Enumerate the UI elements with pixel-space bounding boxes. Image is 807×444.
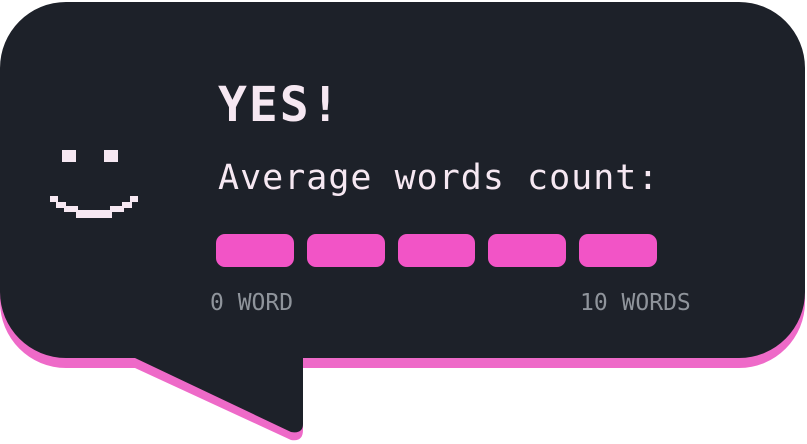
meter-segment bbox=[488, 234, 567, 267]
scale-max-label: 10 WORDS bbox=[580, 290, 691, 316]
word-count-meter bbox=[216, 234, 657, 269]
meter-segment bbox=[216, 234, 294, 267]
scale-min-label: 0 WORD bbox=[210, 290, 294, 316]
meter-segment bbox=[579, 234, 657, 267]
smiley-face-icon bbox=[50, 150, 138, 218]
result-title: YES! bbox=[218, 77, 342, 133]
metric-label: Average words count: bbox=[218, 158, 660, 198]
speech-bubble-shape bbox=[0, 2, 805, 441]
meter-segment bbox=[397, 234, 476, 267]
speech-bubble-card: YES! Average words count: 0 WORD 10 WORD… bbox=[0, 0, 807, 444]
meter-segment bbox=[306, 234, 385, 267]
